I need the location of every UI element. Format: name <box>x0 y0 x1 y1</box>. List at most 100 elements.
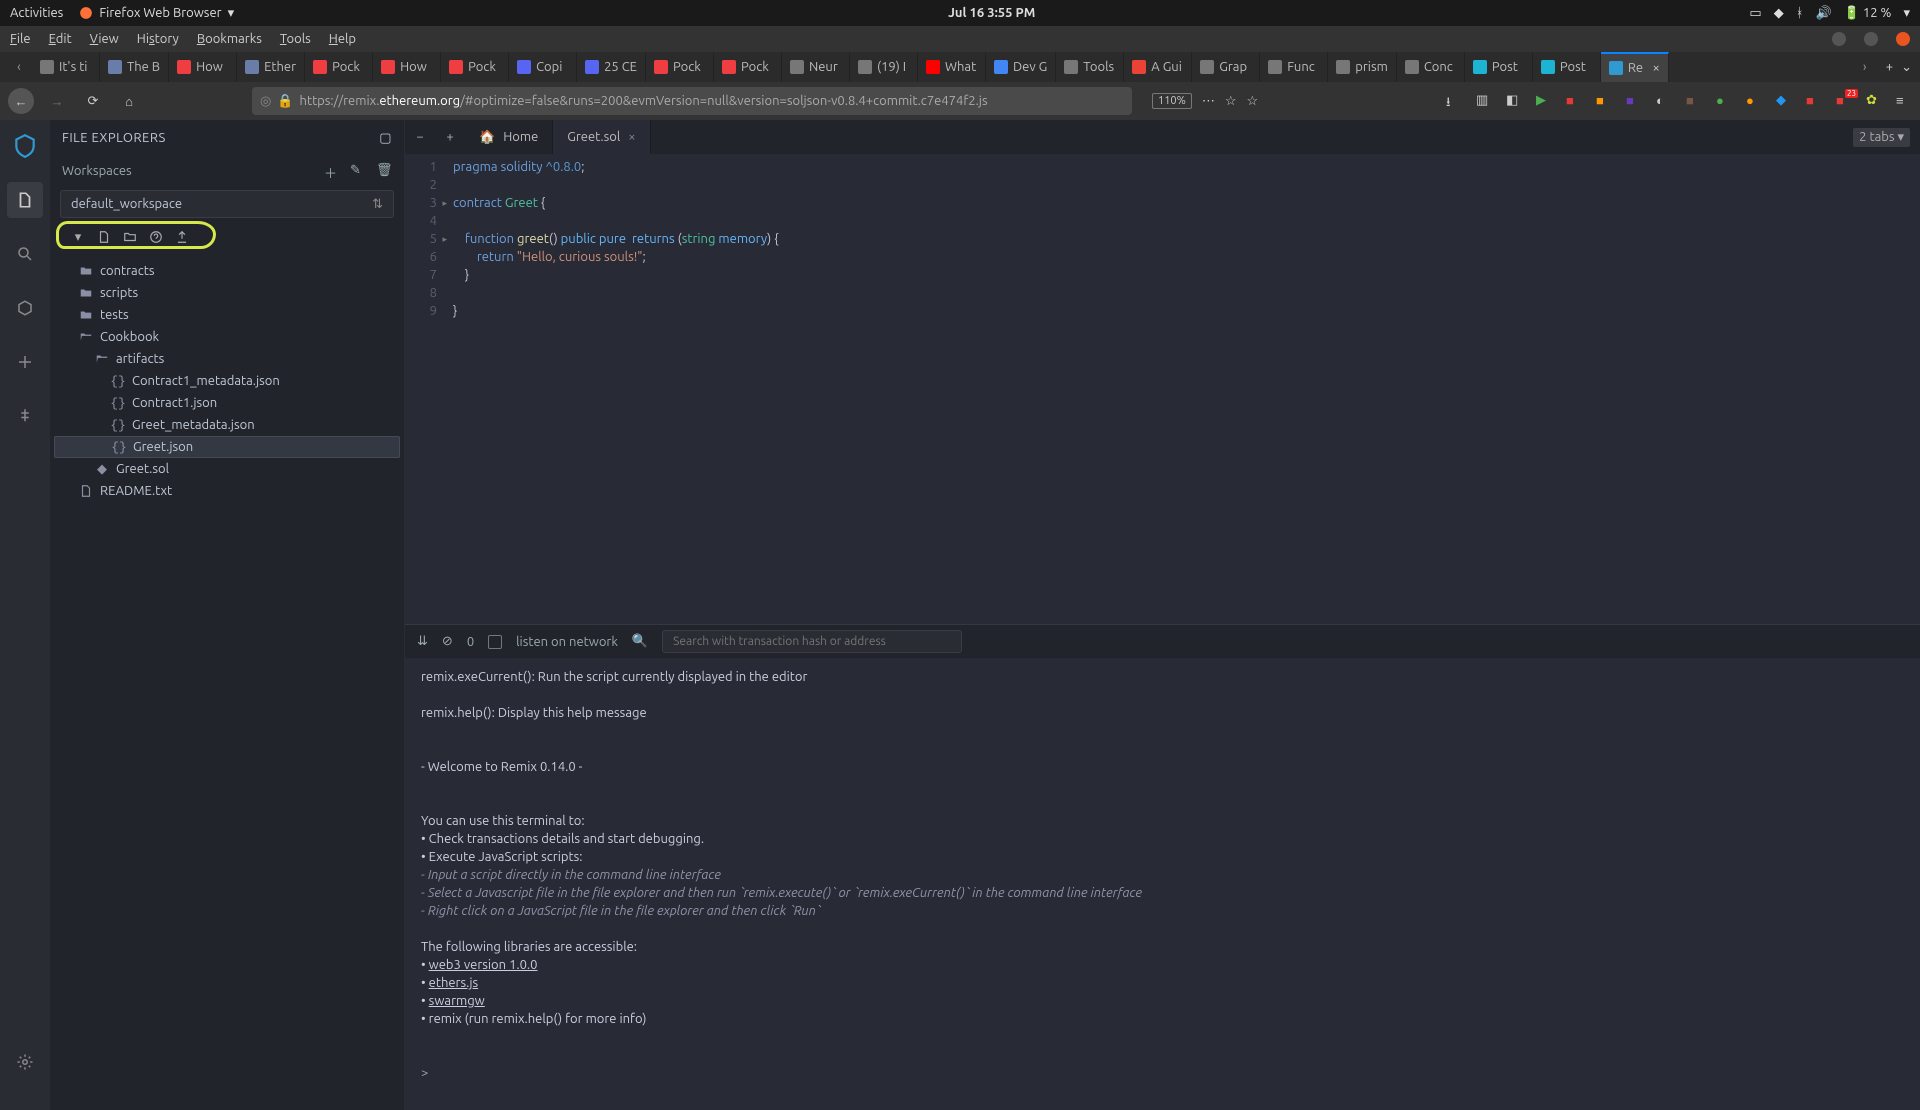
extension-icon-5[interactable]: ◐ <box>1656 93 1672 109</box>
tree-node[interactable]: {}Contract1.json <box>54 392 400 414</box>
browser-tab[interactable]: Conc <box>1397 52 1465 82</box>
browser-tab[interactable]: Re× <box>1601 52 1669 82</box>
tree-node[interactable]: contracts <box>54 260 400 282</box>
browser-tab[interactable]: Pock <box>646 52 714 82</box>
browser-tab[interactable]: How <box>169 52 237 82</box>
workspace-select[interactable]: default_workspace ⇅ <box>60 190 394 218</box>
tree-node[interactable]: artifacts <box>54 348 400 370</box>
extension-icon-12[interactable]: ✿ <box>1866 93 1882 109</box>
zoom-out-icon[interactable]: − <box>405 120 435 154</box>
browser-tab[interactable]: Tools <box>1056 52 1124 82</box>
browser-tab[interactable]: prism <box>1328 52 1397 82</box>
browser-tab[interactable]: The B <box>100 52 169 82</box>
plugin-icon[interactable] <box>7 398 43 434</box>
listen-checkbox[interactable] <box>488 635 502 649</box>
minimize-button[interactable] <box>1832 32 1846 46</box>
settings-icon[interactable] <box>7 1044 43 1080</box>
activities-button[interactable]: Activities <box>10 6 63 20</box>
lock-icon[interactable]: 🔒 <box>277 94 293 109</box>
terminal-search-input[interactable] <box>662 630 962 653</box>
bluetooth-icon[interactable]: ᚼ <box>1796 6 1804 20</box>
browser-tab[interactable]: (19) I <box>850 52 918 82</box>
browser-tab[interactable]: Ether <box>237 52 305 82</box>
workspace-add-icon[interactable]: ＋ <box>324 163 340 179</box>
browser-tab[interactable]: Func <box>1260 52 1328 82</box>
all-tabs-button[interactable]: ⌄ <box>1901 60 1912 75</box>
search-in-files-icon[interactable] <box>7 236 43 272</box>
reader-icon[interactable]: ☆ <box>1225 94 1237 109</box>
editor-tab-home[interactable]: 🏠Home <box>465 120 553 154</box>
bookmark-star-icon[interactable]: ☆ <box>1247 94 1259 109</box>
browser-tab[interactable]: What <box>918 52 986 82</box>
sidebar-icon[interactable]: ◧ <box>1506 93 1522 109</box>
clock[interactable]: Jul 16 3:55 PM <box>234 6 1749 20</box>
terminal-clear-icon[interactable]: ⊘ <box>442 634 453 649</box>
library-icon[interactable]: ▥ <box>1476 93 1492 109</box>
terminal-output[interactable]: remix.exeCurrent(): Run the script curre… <box>405 658 1920 1110</box>
browser-tab[interactable]: Grap <box>1192 52 1260 82</box>
new-file-icon[interactable] <box>96 229 112 245</box>
code-editor[interactable]: 123456789 pragma solidity ^0.8.0; contra… <box>405 154 1920 624</box>
extension-icon-2[interactable]: ■ <box>1566 93 1582 109</box>
new-folder-icon[interactable] <box>122 229 138 245</box>
zoom-in-icon[interactable]: + <box>435 120 465 154</box>
workspace-delete-icon[interactable]: 🗑 <box>376 163 392 179</box>
screen-icon[interactable]: ▭ <box>1749 6 1761 21</box>
tree-node[interactable]: README.txt <box>54 480 400 502</box>
panel-toggle-icon[interactable]: ▢ <box>379 131 392 146</box>
tree-node[interactable]: {}Contract1_metadata.json <box>54 370 400 392</box>
link-web3[interactable]: web3 version 1.0.0 <box>429 958 538 972</box>
browser-tab[interactable]: Neur <box>782 52 850 82</box>
toolbar-menu-icon[interactable]: ▾ <box>70 229 86 245</box>
search-icon[interactable]: 🔍 <box>632 634 648 649</box>
browser-tab[interactable]: Copi <box>509 52 577 82</box>
tab-scroll-right[interactable]: › <box>1852 52 1878 82</box>
tree-node[interactable]: {}Greet_metadata.json <box>54 414 400 436</box>
menu-edit[interactable]: Edit <box>49 32 72 46</box>
upload-icon[interactable] <box>174 229 190 245</box>
browser-tab[interactable]: Post <box>1465 52 1533 82</box>
menu-tools[interactable]: Tools <box>280 32 311 46</box>
browser-tab[interactable]: Pock <box>714 52 782 82</box>
maximize-button[interactable] <box>1864 32 1878 46</box>
extension-icon-7[interactable]: ● <box>1716 93 1732 109</box>
wifi-icon[interactable]: ◆ <box>1774 6 1784 21</box>
app-menu[interactable]: Firefox Web Browser ▾ <box>79 6 234 21</box>
extension-icon-11[interactable]: ■23 <box>1836 93 1852 109</box>
close-button[interactable] <box>1896 32 1910 46</box>
tree-node[interactable]: scripts <box>54 282 400 304</box>
menu-file[interactable]: File <box>10 32 31 46</box>
compiler-icon[interactable] <box>7 290 43 326</box>
menu-help[interactable]: Help <box>329 32 356 46</box>
extension-icon-9[interactable]: ◆ <box>1776 93 1792 109</box>
url-bar[interactable]: ◎ 🔒 https://remix.ethereum.org/#optimize… <box>252 87 1132 115</box>
battery-indicator[interactable]: 🔋 12 % <box>1844 6 1892 21</box>
remix-logo-icon[interactable] <box>7 128 43 164</box>
tree-node[interactable]: {}Greet.json <box>54 436 400 458</box>
hamburger-menu-icon[interactable]: ≡ <box>1896 93 1912 109</box>
menu-bookmarks[interactable]: Bookmarks <box>197 32 262 46</box>
browser-tab[interactable]: Pock <box>441 52 509 82</box>
extension-icon-3[interactable]: ■ <box>1596 93 1612 109</box>
extension-icon-1[interactable]: ▶ <box>1536 93 1552 109</box>
extension-icon-8[interactable]: ● <box>1746 93 1762 109</box>
close-tab-icon[interactable]: × <box>628 130 635 144</box>
new-tab-button[interactable]: + <box>1886 60 1893 74</box>
tabs-count-badge[interactable]: 2 tabs ▾ <box>1853 128 1910 147</box>
forward-button[interactable]: → <box>44 88 70 114</box>
page-actions-icon[interactable]: ⋯ <box>1202 94 1215 109</box>
back-button[interactable]: ← <box>8 88 34 114</box>
extension-icon-6[interactable]: ■ <box>1686 93 1702 109</box>
extension-icon-4[interactable]: ■ <box>1626 93 1642 109</box>
tree-node[interactable]: tests <box>54 304 400 326</box>
terminal-prompt[interactable]: > <box>421 1064 1904 1082</box>
browser-tab[interactable]: Post <box>1533 52 1601 82</box>
volume-icon[interactable]: 🔊 <box>1816 6 1832 21</box>
menu-view[interactable]: View <box>90 32 119 46</box>
editor-tab-file[interactable]: Greet.sol× <box>553 120 650 154</box>
home-button[interactable]: ⌂ <box>116 88 142 114</box>
tree-node[interactable]: ◆Greet.sol <box>54 458 400 480</box>
tab-scroll-left[interactable]: ‹ <box>6 52 32 82</box>
gist-icon[interactable] <box>148 229 164 245</box>
terminal-toggle-icon[interactable]: ⇊ <box>417 634 428 649</box>
